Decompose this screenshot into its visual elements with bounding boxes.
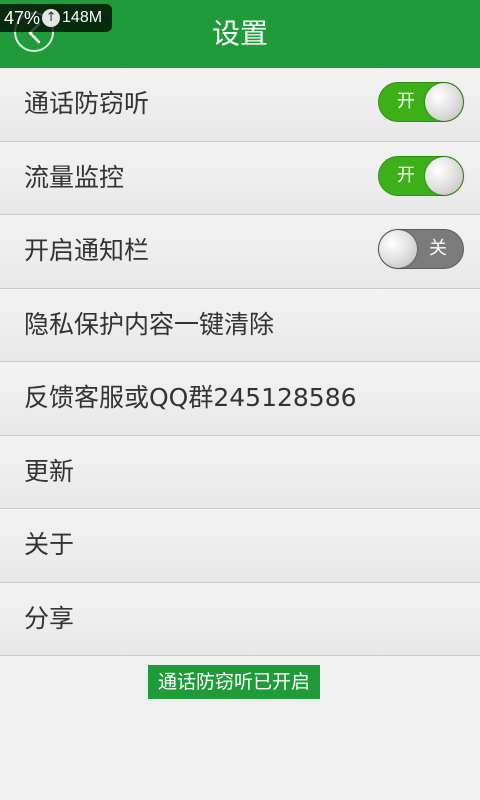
setting-label: 反馈客服或QQ群245128586: [24, 383, 357, 412]
settings-list: 通话防窃听 开 流量监控 开 开启通知栏 关 隐私保护内容一键清除 反馈客服或Q…: [0, 68, 480, 656]
setting-label: 开启通知栏: [24, 236, 150, 265]
memory-overlay[interactable]: 47% ↑ 148M: [0, 4, 113, 32]
setting-update[interactable]: 更新: [0, 435, 480, 509]
toggle-knob: [425, 83, 463, 121]
setting-about[interactable]: 关于: [0, 509, 480, 583]
call-anti-eavesdrop-toggle[interactable]: 开: [378, 82, 464, 122]
setting-label: 关于: [24, 530, 75, 559]
setting-call-anti-eavesdrop[interactable]: 通话防窃听 开: [0, 68, 480, 142]
setting-traffic-monitor[interactable]: 流量监控 开: [0, 141, 480, 215]
setting-label: 通话防窃听: [24, 89, 150, 118]
toggle-state: 关: [429, 238, 447, 259]
setting-label: 隐私保护内容一键清除: [24, 309, 275, 339]
toggle-state: 开: [397, 91, 415, 112]
setting-notification-bar[interactable]: 开启通知栏 关: [0, 215, 480, 289]
setting-label: 更新: [24, 456, 75, 486]
setting-clear-privacy[interactable]: 隐私保护内容一键清除: [0, 288, 480, 362]
toast-message: 通话防窃听已开启: [148, 665, 321, 699]
traffic-monitor-toggle[interactable]: 开: [378, 155, 464, 196]
notification-bar-toggle[interactable]: 关: [378, 229, 464, 269]
toggle-knob: [425, 156, 463, 195]
toggle-knob: [379, 230, 417, 268]
setting-share[interactable]: 分享: [0, 582, 480, 656]
toggle-state: 开: [397, 164, 415, 186]
memory-usage: 148M: [62, 9, 103, 26]
setting-label: 流量监控: [24, 162, 125, 192]
memory-percent: 47%: [4, 7, 41, 28]
setting-feedback[interactable]: 反馈客服或QQ群245128586: [0, 362, 480, 436]
arrow-up-icon: ↑: [42, 9, 61, 27]
setting-label: 分享: [24, 603, 75, 633]
